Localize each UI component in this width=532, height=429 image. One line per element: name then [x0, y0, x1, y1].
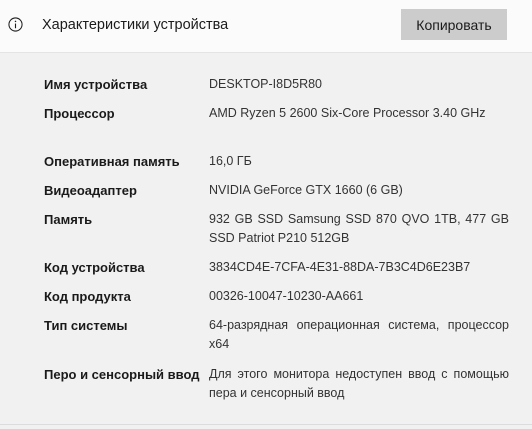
- spec-label: Тип системы: [44, 318, 128, 333]
- spec-value[interactable]: 932 GB SSD Samsung SSD 870 QVO 1TB, 477 …: [209, 210, 509, 248]
- spec-value[interactable]: 16,0 ГБ: [209, 152, 509, 171]
- spec-value[interactable]: NVIDIA GeForce GTX 1660 (6 GB): [209, 181, 509, 200]
- spec-value[interactable]: 00326-10047-10230-AA661: [209, 287, 509, 306]
- spec-label: Перо и сенсорный ввод: [44, 367, 200, 382]
- copy-button[interactable]: Копировать: [401, 9, 507, 40]
- spec-label: Процессор: [44, 106, 115, 121]
- spec-value[interactable]: 3834CD4E-7CFA-4E31-88DA-7B3C4D6E23B7: [209, 258, 509, 277]
- divider: [0, 424, 532, 425]
- spec-label: Видеоадаптер: [44, 183, 137, 198]
- spec-value[interactable]: Для этого монитора недоступен ввод с пом…: [209, 365, 509, 403]
- spec-label: Код продукта: [44, 289, 131, 304]
- device-specs-page: Характеристики устройства Копировать Имя…: [0, 0, 532, 429]
- device-specs-header[interactable]: Характеристики устройства Копировать: [0, 0, 532, 53]
- spec-value[interactable]: DESKTOP-I8D5R80: [209, 75, 509, 94]
- spec-label: Код устройства: [44, 260, 145, 275]
- spec-label: Имя устройства: [44, 77, 148, 92]
- spec-label: Оперативная память: [44, 154, 180, 169]
- section-title: Характеристики устройства: [42, 17, 229, 33]
- spec-value[interactable]: 64-разрядная операционная система, проце…: [209, 316, 509, 354]
- spec-value[interactable]: AMD Ryzen 5 2600 Six-Core Processor 3.40…: [209, 104, 509, 123]
- spec-label: Память: [44, 212, 93, 227]
- info-circle-icon: [8, 17, 23, 32]
